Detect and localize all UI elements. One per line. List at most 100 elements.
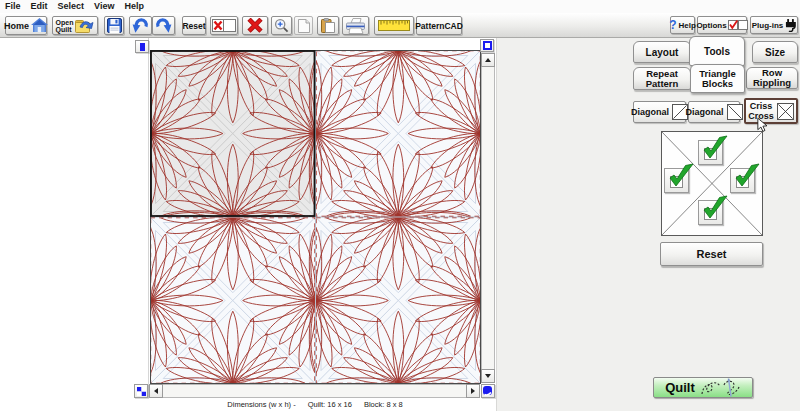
options-button-label: Options (696, 21, 726, 30)
menu-view[interactable]: View (94, 0, 114, 13)
menu-help[interactable]: Help (124, 0, 144, 13)
dimensions-label: Dimensions (w x h) - (227, 400, 295, 409)
redo-icon (155, 18, 172, 33)
ruler-button[interactable] (374, 16, 414, 35)
mouse-cursor (757, 117, 768, 133)
open-quilt-button[interactable]: Open Quilt (52, 16, 98, 35)
delete-button[interactable] (242, 16, 268, 35)
quilt-preview[interactable] (150, 50, 481, 384)
quilt-size-value: Quilt: 16 x 16 (308, 400, 352, 409)
left-arrow-icon (154, 388, 158, 394)
quilt-corner-handle-bottom-left[interactable] (134, 384, 148, 398)
undo-icon (132, 18, 149, 33)
quilt-corner-handle-top-right[interactable] (480, 39, 494, 52)
tab-tools-label: Tools (704, 46, 730, 57)
help-button[interactable]: ? Help (670, 16, 695, 34)
criss-cross-button[interactable]: Criss Cross (744, 98, 798, 124)
undo-button[interactable] (129, 16, 152, 35)
home-button[interactable]: Home (5, 16, 47, 35)
up-arrow-icon (485, 58, 491, 62)
menu-file[interactable]: File (5, 0, 21, 13)
open-quilt-label-line1: Open (56, 19, 74, 26)
tab-layout-label: Layout (646, 47, 679, 58)
home-icon (31, 18, 48, 33)
check-icon (700, 193, 728, 221)
delete-block-button[interactable] (210, 16, 238, 35)
tab-triangle-blocks[interactable]: Triangle Blocks (690, 64, 745, 93)
criss-cross-icon (777, 103, 794, 120)
vertical-scrollbar[interactable] (481, 53, 495, 383)
zoom-icon (274, 18, 289, 33)
corner-checkbox-bottom[interactable] (698, 200, 723, 225)
reset-button-label: Reset (182, 21, 205, 31)
quilt-corner-handle-bottom-right[interactable] (481, 384, 495, 398)
scroll-right-button[interactable] (466, 384, 480, 398)
corner-checkbox-left[interactable] (664, 168, 689, 193)
ruler-icon (378, 20, 410, 31)
quilt-button-label: Quilt (665, 380, 695, 395)
menu-bar: File Edit Select View Help (0, 0, 800, 13)
print-button[interactable] (342, 16, 369, 35)
patterncad-button-label: PatternCAD (415, 21, 463, 31)
options-checkboxes-icon (728, 20, 748, 30)
tab-repeat-pattern[interactable]: Repeat Pattern (633, 67, 691, 90)
open-quilt-label: Open Quilt (56, 19, 74, 33)
needle-thread-icon (701, 378, 741, 397)
plugins-button[interactable]: Plug-ins (750, 16, 798, 34)
dimensions-status: Dimensions (w x h) - Quilt: 16 x 16 Block:… (149, 400, 481, 409)
scroll-up-button[interactable] (481, 53, 495, 67)
corner-checkbox-right[interactable] (730, 168, 755, 193)
criss-cross-label-line1: Criss (750, 101, 773, 111)
diagonal-down-icon (727, 104, 743, 120)
redo-button[interactable] (152, 16, 175, 35)
right-arrow-icon (471, 388, 475, 394)
save-button[interactable] (104, 16, 124, 35)
tab-row-rippling[interactable]: Row Rippling (746, 67, 798, 89)
save-icon (107, 18, 122, 33)
print-icon (345, 18, 366, 34)
tab-size[interactable]: Size (752, 41, 798, 63)
delete-block-icon (212, 19, 236, 32)
panel-reset-button[interactable]: Reset (660, 242, 763, 266)
quilt-corner-handle-top-left[interactable] (135, 40, 149, 53)
reset-button[interactable]: Reset (182, 16, 206, 35)
block-size-value: Block: 8 x 8 (364, 400, 403, 409)
question-mark-icon: ? (669, 18, 676, 32)
paste-icon (321, 18, 335, 33)
down-arrow-icon (485, 374, 491, 378)
corner-checkbox-top[interactable] (698, 140, 723, 165)
panel-reset-label: Reset (697, 248, 727, 260)
handle-mark-bottom-left (137, 387, 146, 396)
horizontal-scrollbar[interactable] (149, 384, 480, 398)
handle-mark-bottom-right (483, 386, 493, 396)
zoom-button[interactable] (271, 16, 292, 35)
options-button[interactable]: Options (697, 16, 747, 34)
tab-tools[interactable]: Tools (689, 36, 745, 66)
diagonal-down-button[interactable]: Diagonal (688, 101, 740, 123)
tab-size-label: Size (765, 47, 785, 58)
quilt-button[interactable]: Quilt (653, 377, 753, 398)
scroll-left-button[interactable] (149, 384, 163, 398)
tab-layout[interactable]: Layout (633, 41, 691, 63)
paste-button[interactable] (317, 16, 339, 35)
menu-select[interactable]: Select (58, 0, 85, 13)
tab-repeat-pattern-label-line1: Repeat (646, 69, 678, 79)
new-page-icon (298, 19, 310, 33)
patterncad-button[interactable]: PatternCAD (416, 16, 462, 35)
handle-mark-top-left (140, 43, 145, 51)
open-folder-icon (75, 18, 94, 33)
tab-triangle-blocks-label-line2: Blocks (702, 79, 733, 89)
check-icon (666, 161, 694, 189)
diagonal-down-label: Diagonal (686, 107, 724, 117)
handle-mark-top-right (483, 41, 492, 50)
diagonal-up-button[interactable]: Diagonal (633, 101, 686, 123)
tab-repeat-pattern-label-line2: Pattern (646, 79, 679, 89)
tab-triangle-blocks-label-line1: Triangle (699, 69, 735, 79)
check-icon (732, 161, 760, 189)
menu-edit[interactable]: Edit (31, 0, 48, 13)
tab-row-rippling-label-line2: Rippling (753, 78, 791, 88)
new-page-button[interactable] (294, 16, 313, 35)
scroll-down-button[interactable] (481, 369, 495, 383)
canvas-left-edge (148, 38, 149, 398)
diagonal-up-label: Diagonal (631, 107, 669, 117)
